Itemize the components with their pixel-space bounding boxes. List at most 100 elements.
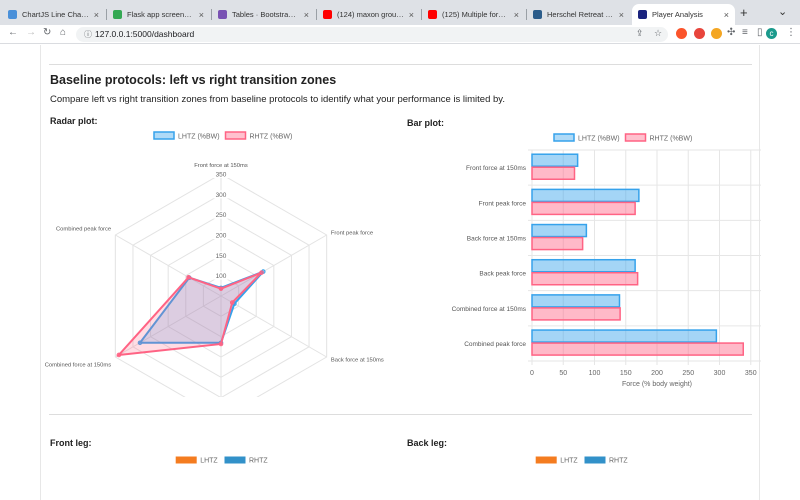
side-panel-icon[interactable]: ▯ (757, 27, 763, 38)
tab-close-icon[interactable]: × (94, 10, 99, 20)
radar-point (259, 270, 264, 275)
bar-x-tick-label: 300 (714, 370, 726, 377)
tab-search-icon[interactable]: ⌄ (778, 5, 787, 18)
radar-point (229, 300, 235, 305)
legend-label: LHTZ (560, 458, 578, 465)
bar (531, 188, 640, 203)
radar-category-label: Combined force at 150ms (45, 362, 111, 368)
browser-tab[interactable]: Flask app screenshot × (107, 4, 210, 25)
tab-favicon-icon (323, 10, 332, 19)
tab-strip: ChartJS Line Chart - × Flask app screensho… (0, 0, 800, 25)
reading-list-icon[interactable]: ≡ (742, 27, 748, 38)
legend-label: RHTZ (609, 458, 628, 465)
browser-tab[interactable]: (125) Multiple forms i × (422, 4, 525, 25)
page-title: Baseline protocols: left vs right transi… (50, 73, 337, 87)
legend-label: LHTZ (%BW) (578, 136, 620, 143)
bookmark-star-icon[interactable]: ☆ (654, 28, 662, 39)
radar-category-label: Back force at 150ms (331, 357, 384, 363)
browser-toolbar: ← → ↻ ⌂ ⓘ 127.0.0.1:5000/dashboard ⇪ ☆ ✣… (0, 25, 800, 44)
back-leg-heading: Back leg: (407, 438, 448, 448)
bar-category-label: Front force at 150ms (466, 165, 527, 172)
address-bar[interactable]: ⓘ 127.0.0.1:5000/dashboard ⇪ ☆ (76, 27, 668, 42)
tab-favicon-icon (218, 10, 227, 19)
radar-tick-label: 350 (216, 172, 227, 179)
radar-series-area (116, 271, 263, 357)
info-icon[interactable]: ⓘ (84, 29, 92, 40)
reload-icon[interactable]: ↻ (43, 27, 51, 38)
extensions-puzzle-icon[interactable]: ✣ (727, 27, 735, 38)
legend-label: RHTZ (249, 458, 268, 465)
page-content: Baseline protocols: left vs right transi… (0, 45, 800, 500)
legend-label: LHTZ (200, 458, 218, 465)
new-tab-button[interactable]: + (740, 5, 748, 20)
divider (49, 64, 752, 65)
share-icon[interactable]: ⇪ (636, 28, 644, 39)
tab-title: (125) Multiple forms i (442, 10, 510, 19)
legend-swatch (153, 131, 175, 140)
radar-category-label: Front peak force (331, 231, 373, 237)
bar (531, 223, 588, 238)
bar (531, 166, 576, 180)
legend-label: RHTZ (%BW) (250, 134, 293, 141)
legend-swatch (584, 456, 606, 464)
bar-x-tick-label: 200 (651, 370, 663, 377)
tab-close-icon[interactable]: × (199, 10, 204, 20)
url-text[interactable]: 127.0.0.1:5000/dashboard (95, 29, 194, 39)
tab-title: Flask app screenshot (127, 10, 195, 19)
radar-point (218, 341, 224, 347)
radar-point (116, 352, 122, 358)
tab-favicon-icon (533, 10, 542, 19)
legend-swatch (175, 456, 197, 464)
radar-heading: Radar plot: (50, 116, 98, 126)
tab-title: Player Analysis (652, 10, 703, 19)
radar-category-label: Front force at 150ms (194, 163, 248, 169)
tab-title: ChartJS Line Chart - (22, 10, 90, 19)
page-description: Compare left vs right transition zones f… (50, 94, 505, 105)
extension-icon[interactable] (694, 28, 705, 39)
tab-close-icon[interactable]: × (619, 10, 624, 20)
legend-swatch (224, 131, 247, 140)
home-icon[interactable]: ⌂ (60, 27, 66, 38)
radar-category-label: Combined peak force (56, 227, 111, 233)
legend-swatch (224, 456, 246, 464)
browser-tab[interactable]: Herschel Retreat Mini × (527, 4, 630, 25)
bar-category-label: Combined force at 150ms (452, 306, 527, 313)
bar (531, 201, 636, 216)
bar-chart: LHTZ (%BW) RHTZ (%BW) 0 50 100 150 200 250 300 35… (452, 133, 761, 388)
brave-shield-icon[interactable] (676, 28, 687, 39)
bar-category-label: Back peak force (479, 271, 526, 278)
front-leg-heading: Front leg: (50, 438, 92, 448)
bar-x-tick-label: 0 (530, 370, 534, 377)
radar-tick-label: 200 (216, 233, 227, 240)
tab-close-icon[interactable]: × (409, 10, 414, 20)
profile-avatar[interactable]: c (766, 28, 777, 39)
bar (531, 342, 744, 356)
tab-close-icon[interactable]: × (304, 10, 309, 20)
browser-tab[interactable]: (124) maxon group - × (317, 4, 420, 25)
tab-close-icon[interactable]: × (724, 10, 729, 20)
tab-close-icon[interactable]: × (514, 10, 519, 20)
extension-flame-icon[interactable] (711, 28, 722, 39)
bar-x-tick-label: 250 (682, 370, 694, 377)
menu-kebab-icon[interactable]: ⋮ (786, 27, 796, 38)
tab-title: (124) maxon group - (337, 10, 405, 19)
back-icon[interactable]: ← (8, 27, 18, 38)
legend-swatch (624, 133, 647, 142)
bar-x-tick-label: 100 (589, 370, 601, 377)
legend-swatch (553, 133, 575, 142)
radar-point (218, 286, 224, 291)
radar-tick-label: 300 (216, 192, 227, 199)
browser-tab[interactable]: Player Analysis × (632, 4, 735, 25)
browser-tab[interactable]: ChartJS Line Chart - × (2, 4, 105, 25)
bar-category-label: Back force at 150ms (467, 235, 527, 242)
forward-icon[interactable]: → (26, 27, 36, 38)
browser-tab[interactable]: Tables · Bootstrap v5. × (212, 4, 315, 25)
back-leg-chart: LHTZ RHTZ (535, 456, 628, 465)
radar-point (186, 274, 191, 280)
divider (49, 414, 752, 415)
bar-x-tick-label: 50 (559, 370, 567, 377)
bar-category-label: Combined peak force (464, 341, 526, 348)
radar-tick-label: 250 (216, 212, 227, 219)
legend-label: LHTZ (%BW) (178, 134, 220, 141)
radar-tick-label: 150 (216, 253, 227, 260)
